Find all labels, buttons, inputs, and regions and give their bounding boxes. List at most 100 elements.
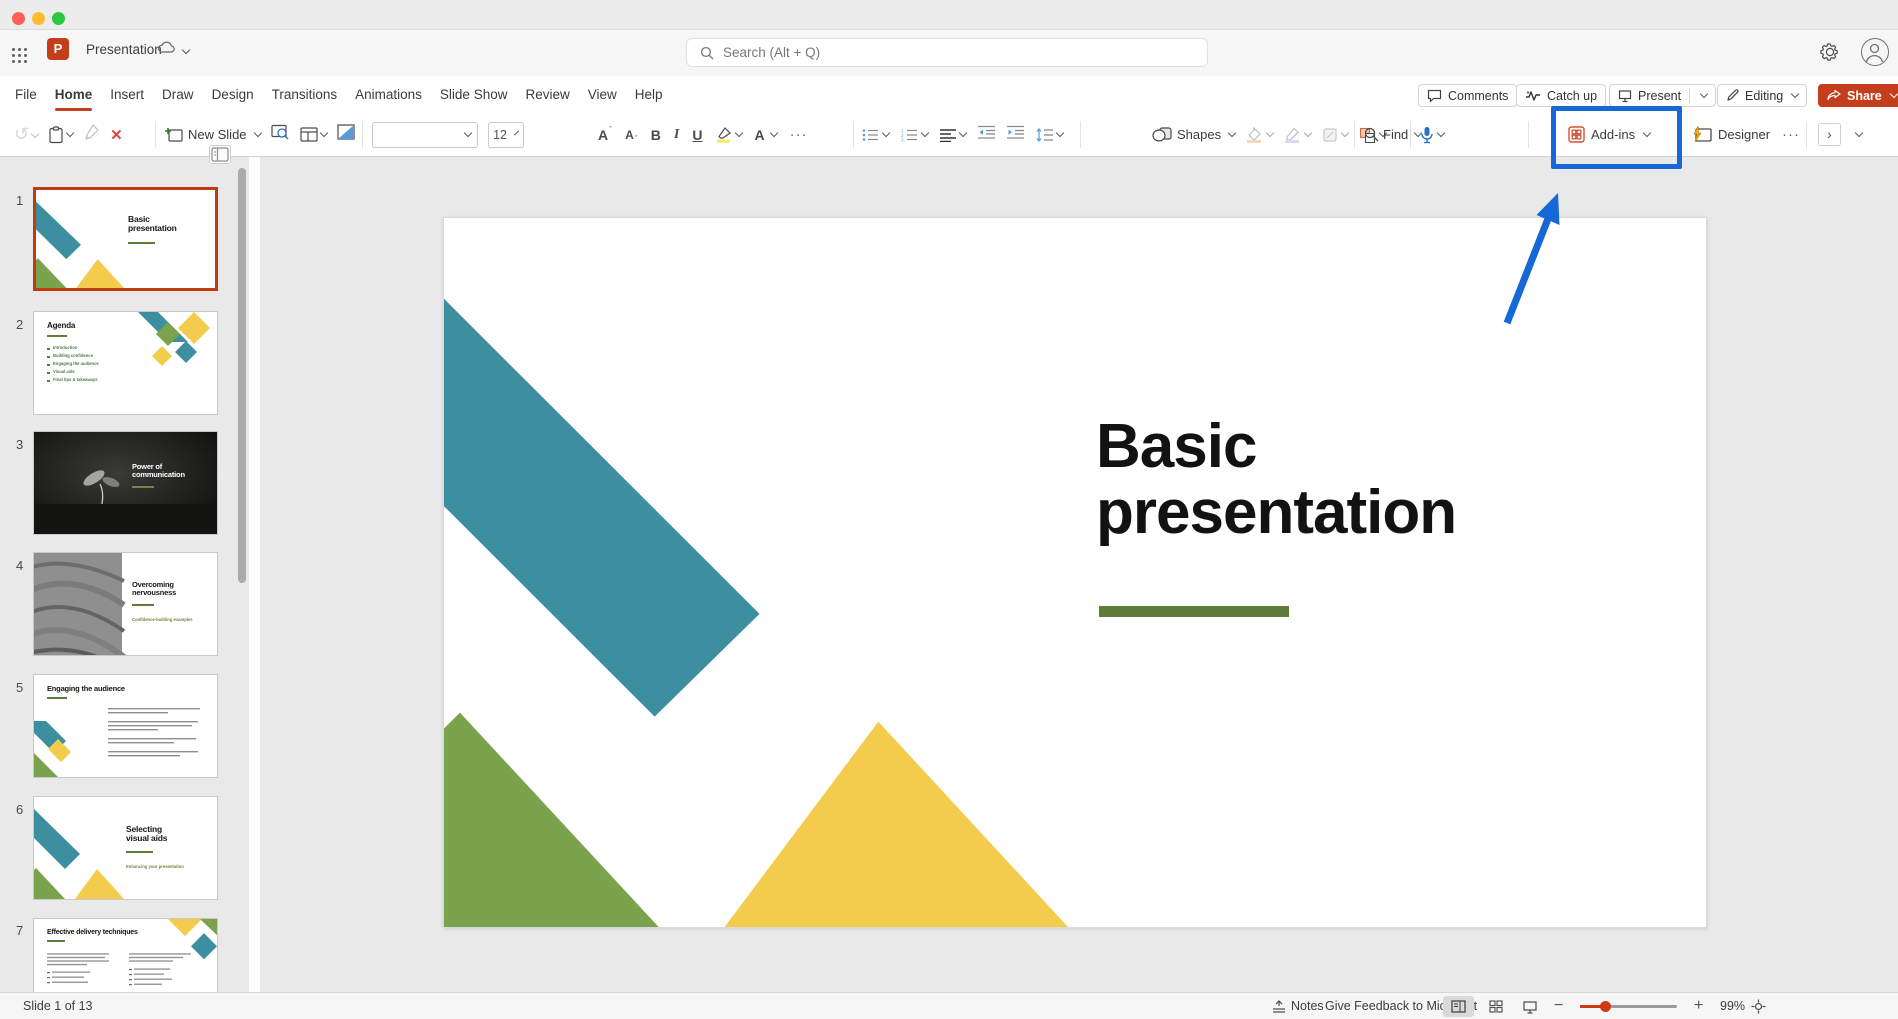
collapse-ribbon-chevron-icon[interactable] <box>1855 129 1863 137</box>
slide-decor-shapes <box>444 218 1706 927</box>
font-name-combobox[interactable] <box>372 122 478 148</box>
bullets-button[interactable] <box>862 128 889 142</box>
slide-thumbnail-7[interactable]: Effective delivery techniques <box>33 918 218 992</box>
paste-clipboard-icon <box>48 126 64 144</box>
find-button[interactable]: Find <box>1364 127 1421 142</box>
shrink-font-button[interactable]: Aˇ <box>625 126 638 144</box>
share-dropdown-chevron-icon[interactable] <box>1890 90 1898 98</box>
comments-button[interactable]: Comments <box>1418 84 1517 107</box>
numbering-button[interactable]: 123 <box>901 128 928 142</box>
zoom-level[interactable]: 99% <box>1720 993 1745 1019</box>
zoom-window-button[interactable] <box>52 12 65 25</box>
slideshow-icon <box>1523 1000 1537 1014</box>
present-dropdown-chevron-icon[interactable] <box>1700 90 1708 98</box>
notes-toggle-button[interactable]: Notes <box>1272 993 1324 1019</box>
zoom-out-button[interactable]: − <box>1554 993 1563 1019</box>
text-highlight-button[interactable] <box>716 126 742 143</box>
slide-thumbnail-2[interactable]: Agenda Introduction Building confidence … <box>33 311 218 415</box>
document-title-chevron-icon[interactable] <box>182 46 190 54</box>
zoom-in-button[interactable]: + <box>1694 993 1703 1019</box>
zoom-slider-thumb[interactable] <box>1600 1001 1611 1012</box>
paste-button[interactable] <box>48 126 73 144</box>
more-commands-button[interactable]: ··· <box>1782 126 1800 143</box>
slide4-photo <box>34 553 217 655</box>
editing-mode-button[interactable]: Editing <box>1717 84 1807 107</box>
slideshow-view-button[interactable] <box>1514 996 1545 1017</box>
share-button[interactable]: Share <box>1818 84 1898 107</box>
tab-animations[interactable]: Animations <box>346 76 431 113</box>
outdent-icon <box>978 125 995 139</box>
panel-divider[interactable] <box>249 157 260 992</box>
slide-layout-button[interactable] <box>300 127 327 142</box>
search-box[interactable] <box>686 38 1208 67</box>
tab-review[interactable]: Review <box>516 76 578 113</box>
editing-dropdown-chevron-icon[interactable] <box>1791 90 1799 98</box>
design-ideas-theme-icon[interactable] <box>337 124 355 145</box>
tab-help[interactable]: Help <box>626 76 672 113</box>
cloud-saved-icon <box>158 40 175 58</box>
tab-slide-show[interactable]: Slide Show <box>431 76 517 113</box>
slide-thumbnail-3[interactable]: Power ofcommunication <box>33 431 218 535</box>
slide-number: 4 <box>16 558 23 573</box>
slide-number: 2 <box>16 317 23 332</box>
slide-thumbnail-4[interactable]: Overcomingnervousness Confidence-buildin… <box>33 552 218 656</box>
new-slide-button[interactable]: New Slide <box>165 127 261 143</box>
thumbnail-pane-toggle-button[interactable] <box>209 145 231 164</box>
highlighter-icon <box>716 126 732 143</box>
normal-view-button[interactable] <box>1443 996 1474 1017</box>
minimize-window-button[interactable] <box>32 12 45 25</box>
shape-outline-button[interactable] <box>1284 127 1311 143</box>
slide-sorter-view-button[interactable] <box>1480 996 1511 1017</box>
slide-number: 6 <box>16 802 23 817</box>
font-size-combobox[interactable]: 12 <box>488 122 524 148</box>
expand-toolbar-button[interactable]: › <box>1818 123 1841 146</box>
fit-slide-to-window-button[interactable] <box>1751 993 1766 1019</box>
slide-canvas[interactable]: Basicpresentation <box>443 217 1707 928</box>
decrease-indent-button[interactable] <box>978 125 995 144</box>
slide1-art <box>36 190 215 288</box>
undo-button[interactable]: ↺ <box>14 124 38 145</box>
reuse-slides-button[interactable] <box>271 124 290 145</box>
italic-button[interactable]: I <box>674 127 679 143</box>
tab-file[interactable]: File <box>6 76 46 113</box>
account-avatar[interactable] <box>1861 38 1889 66</box>
settings-gear-icon[interactable] <box>1820 42 1840 67</box>
grid-view-icon <box>1489 1000 1503 1013</box>
shape-effects-button[interactable] <box>1322 127 1348 143</box>
align-button[interactable] <box>940 128 966 142</box>
document-title[interactable]: Presentation <box>86 42 162 57</box>
shape-fill-button[interactable] <box>1246 127 1273 143</box>
catch-up-pulse-icon <box>1525 89 1541 102</box>
tab-draw[interactable]: Draw <box>153 76 203 113</box>
close-window-button[interactable] <box>12 12 25 25</box>
slide-thumbnail-5[interactable]: Engaging the audience <box>33 674 218 778</box>
font-color-button[interactable]: A <box>755 127 777 143</box>
slide-title-text[interactable]: Basicpresentation <box>1096 414 1456 546</box>
dictate-button[interactable] <box>1420 126 1444 144</box>
catch-up-button[interactable]: Catch up <box>1516 84 1606 107</box>
tab-home[interactable]: Home <box>46 76 102 113</box>
slide-thumbnail-1[interactable]: Basicpresentation <box>33 187 218 291</box>
present-button[interactable]: Present <box>1609 84 1716 107</box>
bold-button[interactable]: B <box>651 127 661 143</box>
designer-button[interactable]: Designer <box>1692 126 1770 143</box>
shapes-button[interactable]: Shapes <box>1152 127 1235 142</box>
grow-font-button[interactable]: Aˆ <box>598 127 612 143</box>
line-spacing-button[interactable] <box>1036 128 1063 142</box>
tab-insert[interactable]: Insert <box>101 76 153 113</box>
search-input[interactable] <box>723 45 1163 60</box>
tab-design[interactable]: Design <box>203 76 263 113</box>
slide-thumbnail-6[interactable]: Selectingvisual aids Enhancing your pres… <box>33 796 218 900</box>
underline-button[interactable]: U <box>692 127 702 143</box>
powerpoint-logo-icon[interactable]: P <box>47 38 69 60</box>
tab-view[interactable]: View <box>579 76 626 113</box>
more-font-options-button[interactable]: ··· <box>790 126 808 143</box>
tab-transitions[interactable]: Transitions <box>263 76 347 113</box>
add-ins-button[interactable]: Add-ins <box>1568 126 1650 143</box>
delete-button[interactable]: ✕ <box>110 126 123 144</box>
layout-icon <box>300 127 318 142</box>
thumbnail-scrollbar[interactable] <box>238 168 246 583</box>
app-launcher-icon[interactable] <box>12 48 27 63</box>
increase-indent-button[interactable] <box>1007 125 1024 144</box>
format-painter-button[interactable] <box>83 124 100 145</box>
